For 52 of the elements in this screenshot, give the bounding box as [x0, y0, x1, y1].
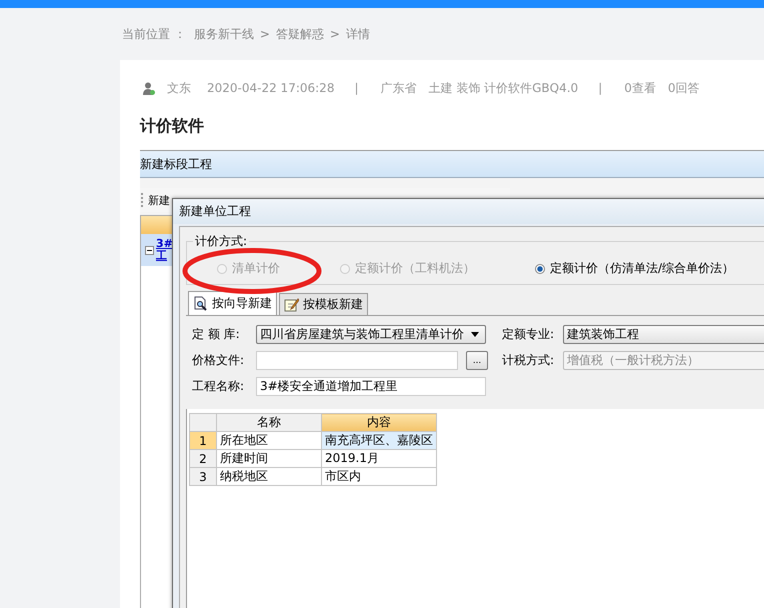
row-number: 3: [190, 468, 216, 486]
breadcrumb-separator: >: [260, 27, 270, 41]
header-cell: [190, 414, 216, 432]
magnifier-document-icon: [193, 296, 208, 311]
dropdown: 增值税（一般计税方法）: [562, 351, 764, 370]
dialog-title: 新建单位工程: [179, 203, 251, 220]
input-field[interactable]: [256, 351, 458, 370]
meta-text: 土建 装饰 计价软件GBQ4.0: [428, 80, 578, 96]
meta-text: 广东省: [380, 80, 416, 96]
table-cell: 南充高坪区、嘉陵区: [322, 432, 436, 450]
field-label: 定额专业:: [502, 326, 556, 343]
column-header[interactable]: 名称: [216, 414, 322, 432]
row-number: 1: [190, 432, 216, 450]
breadcrumb-label: 当前位置 ：: [122, 26, 186, 42]
user-icon: [143, 82, 155, 94]
dropdown-arrow-icon: [471, 332, 479, 337]
tab[interactable]: 按向导新建: [188, 291, 277, 315]
window-title: 新建标段工程: [140, 156, 212, 172]
dropdown[interactable]: 四川省房屋建筑与装饰工程里清单计价: [256, 325, 486, 344]
table-cell: 2019.1月: [322, 450, 436, 468]
meta-divider: |: [598, 81, 602, 95]
tree-item-label: 3#: [156, 238, 173, 250]
radio-button[interactable]: [535, 264, 545, 274]
field-label: 定 额 库:: [192, 326, 241, 343]
tree-item-label: 工: [156, 250, 168, 262]
field-label: 价格文件:: [192, 352, 246, 369]
input-field[interactable]: 3#楼安全通道增加工程里: [256, 377, 486, 396]
pencil-note-icon: [284, 297, 299, 312]
browse-button[interactable]: ...: [466, 351, 488, 370]
tree-header: [141, 216, 175, 234]
collapse-icon[interactable]: [145, 246, 154, 254]
field-label: 计税方式:: [502, 352, 556, 369]
article-title: 计价软件: [140, 116, 205, 137]
meta-divider: |: [354, 81, 358, 95]
tree-row[interactable]: 3# 工: [141, 234, 175, 266]
tab[interactable]: 按模板新建: [279, 293, 368, 315]
field-label: 工程名称:: [192, 378, 246, 395]
column-header[interactable]: 内容: [322, 414, 436, 432]
meta-text: 0回答: [668, 80, 700, 96]
meta-text: 0查看: [624, 80, 656, 96]
table-cell: 纳税地区: [216, 468, 322, 486]
dropdown[interactable]: 建筑装饰工程: [562, 325, 764, 344]
table-cell: 所在地区: [216, 432, 322, 450]
row-number: 2: [190, 450, 216, 468]
breadcrumb-separator: >: [330, 27, 340, 41]
group-label: 计价方式:: [193, 234, 250, 248]
radio-label: 清单计价: [232, 260, 280, 277]
table-cell: 市区内: [322, 468, 436, 486]
toolbar-button[interactable]: 新建: [148, 192, 170, 208]
table-cell: 所建时间: [216, 450, 322, 468]
meta-text: 2020-04-22 17:06:28: [207, 81, 334, 95]
toolbar-grip-icon: [141, 193, 145, 207]
